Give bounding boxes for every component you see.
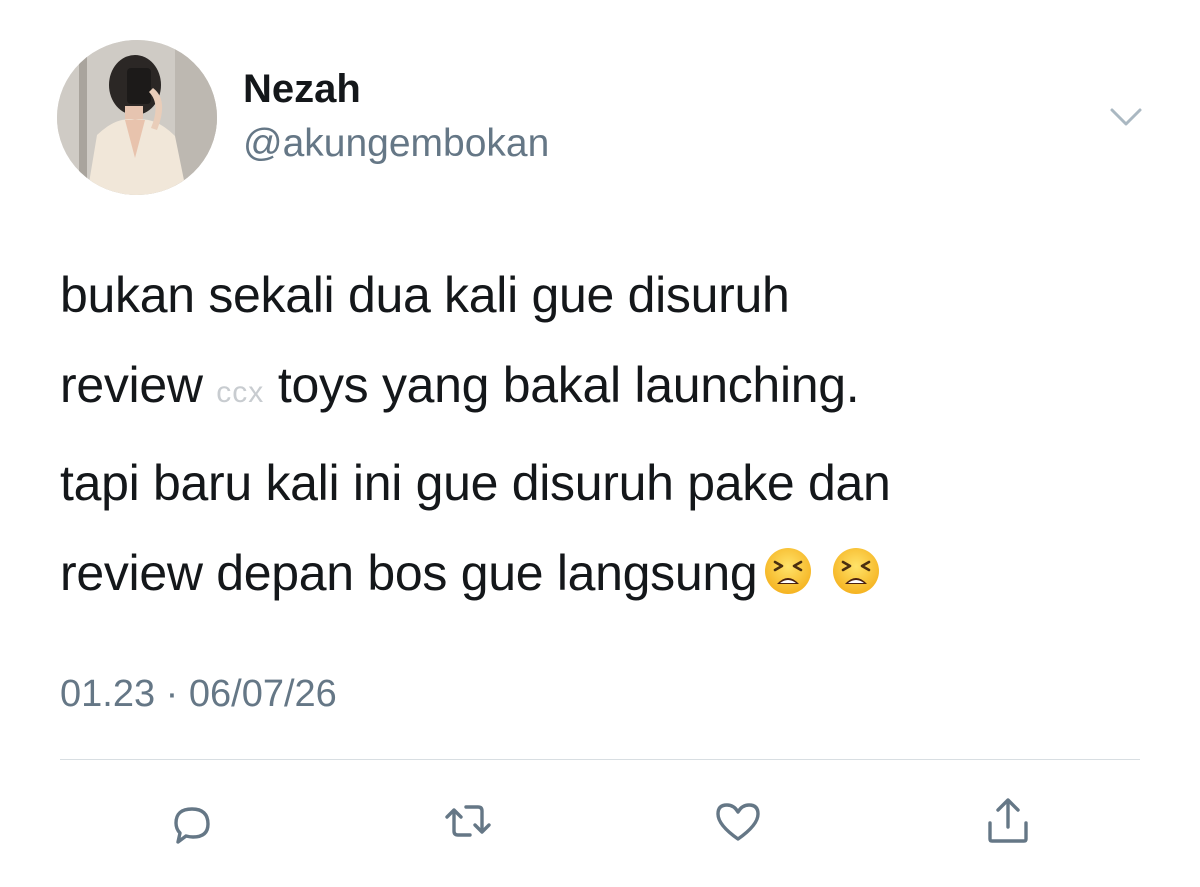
tweet-timestamp[interactable]: 01.23 · 06/07/26: [60, 670, 337, 718]
tweet-text: bukan sekali dua kali gue disuruh review…: [60, 250, 1170, 618]
tweet-line: bukan sekali dua kali gue disuruh: [60, 267, 790, 323]
tweet-line: tapi baru kali ini gue disuruh pake dan: [60, 455, 891, 511]
tweet-line: review ccx toys yang bakal launching.: [60, 340, 1170, 438]
retweet-icon: [445, 805, 491, 837]
user-handle[interactable]: @akungembokan: [243, 120, 549, 168]
action-bar: [0, 793, 1200, 853]
tweet-word: toys yang bakal launching.: [277, 357, 860, 413]
share-icon: [988, 798, 1028, 843]
share-button[interactable]: [980, 793, 1040, 849]
display-name[interactable]: Nezah: [243, 65, 361, 113]
retweet-button[interactable]: [440, 793, 500, 849]
tired-face-emoji-icon: [833, 548, 880, 594]
divider: [60, 759, 1140, 760]
reply-icon: [174, 807, 210, 844]
heart-icon: [716, 803, 760, 841]
tweet-line: review depan bos gue langsung: [60, 528, 1170, 618]
tired-face-emoji-icon: [765, 548, 812, 594]
censored-word: ccx: [216, 376, 265, 409]
like-button[interactable]: [710, 793, 770, 849]
chevron-down-icon: [1110, 108, 1142, 126]
reply-button[interactable]: [164, 793, 224, 849]
tweet-word: review: [60, 357, 203, 413]
avatar[interactable]: [57, 40, 217, 195]
profile-photo-icon: [57, 40, 217, 195]
tweet-word: review depan bos gue langsung: [60, 545, 758, 601]
more-options-button[interactable]: [1108, 102, 1144, 130]
